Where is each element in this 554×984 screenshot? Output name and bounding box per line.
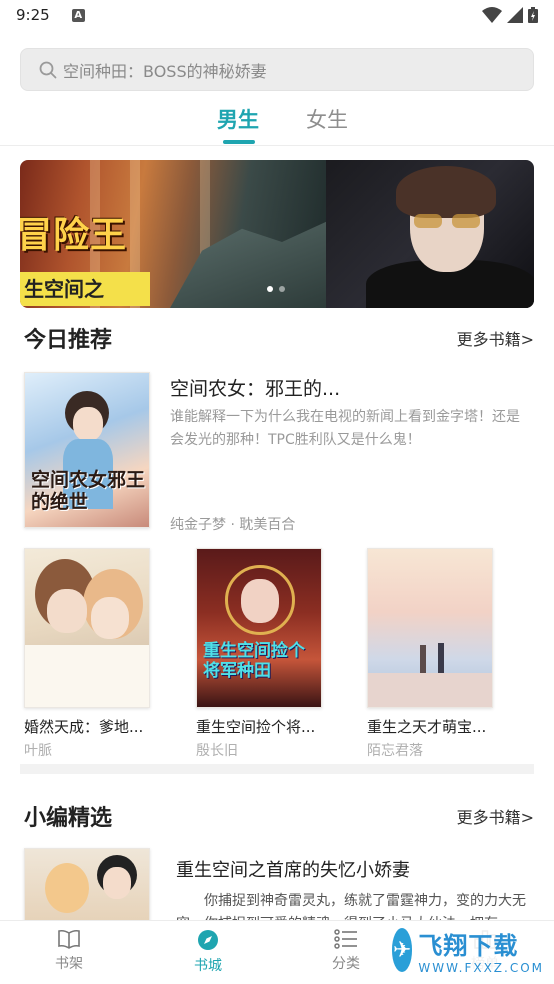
nav-label: 书城 <box>194 958 222 974</box>
search-bar[interactable]: 空间种田：BOSS的神秘娇妻 <box>20 48 534 91</box>
featured-book-title[interactable]: 空间农女：邪王的... <box>170 374 340 401</box>
book-cover[interactable] <box>24 548 150 708</box>
section-title-today: 今日推荐 <box>24 328 113 353</box>
nav-label: 书架 <box>55 956 83 972</box>
watermark-main: 飞翔下载 <box>418 931 519 960</box>
search-icon <box>39 61 57 78</box>
book-open-icon <box>58 929 80 949</box>
banner-subtitle: 生空间之 <box>20 272 150 306</box>
more-books-link-today[interactable]: 更多书籍> <box>457 326 534 350</box>
book-title[interactable]: 婚然天成：爹地... <box>24 716 143 737</box>
banner-title: 冒险王 <box>20 215 128 256</box>
banner-carousel[interactable]: 冒险王 生空间之 <box>20 160 534 308</box>
gender-tabs: 男生 女生 <box>0 98 554 146</box>
book-author: 殷长旧 <box>196 743 238 759</box>
section-title-editor: 小编精选 <box>24 806 113 831</box>
list-icon <box>334 929 357 949</box>
book-title[interactable]: 重生之天才萌宝... <box>367 716 486 737</box>
editor-book-title[interactable]: 重生空间之首席的失忆小娇妻 <box>176 856 410 882</box>
watermark: ✈ 飞翔下载 WWW.FXXZ.COM <box>388 922 544 978</box>
watermark-logo-icon: ✈ <box>392 928 413 972</box>
nav-bookshelf[interactable]: 书架 <box>29 929 109 973</box>
search-placeholder: 空间种田：BOSS的神秘娇妻 <box>63 61 267 81</box>
status-icons <box>482 7 538 23</box>
editor-book-cover[interactable] <box>24 848 150 924</box>
nav-category[interactable]: 分类 <box>306 929 386 973</box>
carousel-dot-active <box>267 286 273 292</box>
tab-male[interactable]: 男生 <box>217 104 259 134</box>
nav-label: 分类 <box>332 956 360 972</box>
featured-cover-text: 空间农女邪王的绝世 <box>31 469 146 513</box>
battery-icon <box>528 7 538 23</box>
featured-book-cover[interactable]: 空间农女邪王的绝世 <box>24 372 150 528</box>
tab-female[interactable]: 女生 <box>306 104 348 134</box>
tab-indicator <box>223 140 255 144</box>
book-author: 陌忘君落 <box>367 743 423 759</box>
watermark-sub: WWW.FXXZ.COM <box>418 960 544 975</box>
a-icon: A <box>71 8 85 22</box>
featured-book-meta: 纯金子梦 · 耽美百合 <box>170 517 296 533</box>
book-cover[interactable]: 重生空间捡个将军种田 <box>196 548 322 708</box>
book-cover-text: 重生空间捡个将军种田 <box>203 641 305 681</box>
book-author: 叶脈 <box>24 743 52 759</box>
carousel-dots <box>267 286 285 292</box>
status-bar: 9:25 A <box>0 0 554 30</box>
featured-book-description: 谁能解释一下为什么我在电视的新闻上看到金字塔！还是会发光的那种！TPC胜利队又是… <box>170 409 520 448</box>
carousel-dot <box>279 286 285 292</box>
book-cover[interactable] <box>367 548 493 708</box>
nav-bookstore[interactable]: 书城 <box>168 929 248 975</box>
compass-icon <box>198 930 218 950</box>
wifi-icon <box>482 7 502 23</box>
status-time: 9:25 <box>16 6 50 24</box>
more-books-link-editor[interactable]: 更多书籍> <box>457 804 534 828</box>
section-divider <box>20 764 534 774</box>
banner-image-right <box>326 160 534 308</box>
signal-icon <box>507 7 523 23</box>
book-title[interactable]: 重生空间捡个将... <box>196 716 315 737</box>
